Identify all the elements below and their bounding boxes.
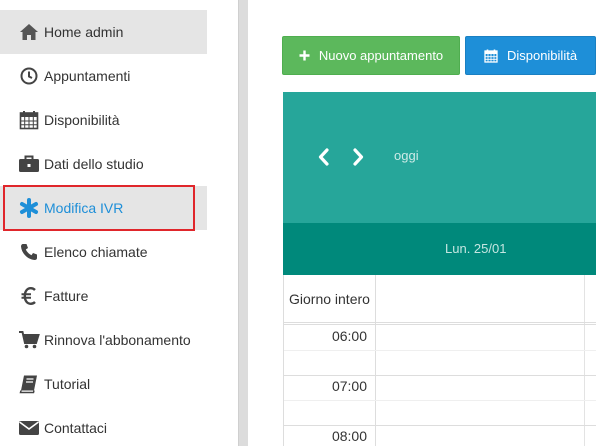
grid-divider <box>375 275 376 446</box>
calendar-icon <box>484 49 498 63</box>
chevron-left-icon[interactable] <box>315 146 333 168</box>
sidebar-item-label: Tutorial <box>44 376 91 392</box>
cart-icon <box>18 329 40 351</box>
sidebar-item-label: Elenco chiamate <box>44 244 148 260</box>
sidebar-item-elenco-chiamate[interactable]: Elenco chiamate <box>0 230 207 274</box>
clock-icon <box>18 65 40 87</box>
chevron-right-icon[interactable] <box>349 146 367 168</box>
sidebar-item-fatture[interactable]: Fatture <box>0 274 207 318</box>
sidebar-item-contattaci[interactable]: Contattaci <box>0 406 207 446</box>
new-appointment-button[interactable]: Nuovo appuntamento <box>282 36 460 75</box>
euro-icon <box>18 285 40 307</box>
sidebar-item-tutorial[interactable]: Tutorial <box>0 362 207 406</box>
envelope-icon <box>18 417 40 439</box>
book-icon <box>18 373 40 395</box>
availability-button[interactable]: Disponibilità <box>465 36 596 75</box>
sidebar-item-appuntamenti[interactable]: Appuntamenti <box>0 54 207 98</box>
availability-label: Disponibilità <box>506 48 578 63</box>
time-slot-label: 07:00 <box>331 378 367 394</box>
sidebar-item-rinnova-abbonamento[interactable]: Rinnova l'abbonamento <box>0 318 207 362</box>
time-slot-label: 08:00 <box>331 428 367 444</box>
sidebar-item-home-admin[interactable]: Home admin <box>0 10 207 54</box>
calendar-icon <box>18 109 40 131</box>
time-slot-label: 06:00 <box>331 328 367 344</box>
calendar-day-row: Lun. 25/01 <box>283 223 596 275</box>
sidebar-item-dati-studio[interactable]: Dati dello studio <box>0 142 207 186</box>
scroll-rail <box>238 0 248 446</box>
highlight-box <box>3 185 195 231</box>
sidebar-item-label: Rinnova l'abbonamento <box>44 332 191 348</box>
calendar-grid: Giorno intero 06:00 07:00 08:00 <box>283 275 596 446</box>
sidebar-item-disponibilita[interactable]: Disponibilità <box>0 98 207 142</box>
sidebar-item-label: Dati dello studio <box>44 156 144 172</box>
briefcase-icon <box>18 153 40 175</box>
grid-line <box>284 324 596 325</box>
grid-line <box>284 400 596 401</box>
sidebar-item-label: Fatture <box>44 288 89 304</box>
grid-line <box>284 375 596 376</box>
grid-line <box>284 350 596 351</box>
grid-line <box>284 322 596 323</box>
plus-icon <box>299 50 310 61</box>
all-day-label: Giorno intero <box>289 291 370 307</box>
home-icon <box>18 21 40 43</box>
phone-icon <box>18 241 40 263</box>
sidebar-item-label: Disponibilità <box>44 112 120 128</box>
grid-line <box>284 425 596 426</box>
grid-divider <box>584 275 585 446</box>
sidebar-item-label: Home admin <box>44 24 124 40</box>
calendar-header: oggi <box>283 92 596 223</box>
new-appointment-label: Nuovo appuntamento <box>318 48 444 63</box>
sidebar: Home admin Appuntamenti Disponibilità Da… <box>0 0 238 446</box>
day-column-header: Lun. 25/01 <box>445 241 507 256</box>
today-button[interactable]: oggi <box>394 148 419 163</box>
sidebar-item-label: Contattaci <box>44 420 108 436</box>
sidebar-item-label: Appuntamenti <box>44 68 131 84</box>
